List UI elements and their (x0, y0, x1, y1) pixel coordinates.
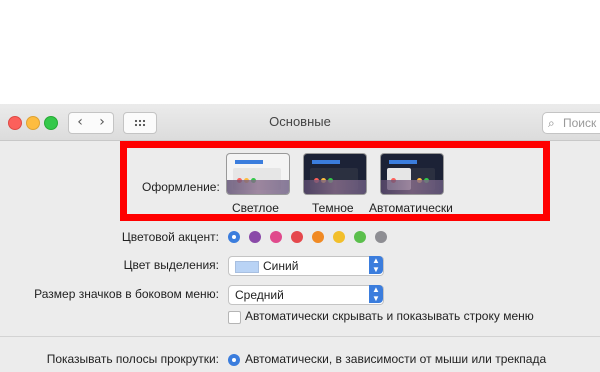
theme-light[interactable] (227, 154, 289, 194)
search-icon: ⌕ (548, 116, 555, 130)
window-title: Основные (269, 114, 331, 129)
sidebar-icon-size-label: Размер значков в боковом меню: (34, 287, 219, 301)
scrollbars-auto-label: Автоматически, в зависимости от мыши или… (245, 352, 547, 366)
wallpaper-strip (227, 180, 289, 194)
theme-light-label: Светлое (232, 201, 279, 215)
scrollbars-label: Показывать полосы прокрутки: (46, 352, 219, 366)
wallpaper-strip (381, 180, 443, 194)
highlight-color-label: Цвет выделения: (123, 258, 219, 272)
theme-bar (235, 160, 263, 164)
accent-green[interactable] (354, 231, 366, 243)
highlight-swatch (235, 261, 259, 273)
accent-red[interactable] (291, 231, 303, 243)
chevron-updown-icon: ▲ ▼ (369, 285, 383, 303)
titlebar: ‹ › Основные ⌕ Поиск (0, 104, 600, 141)
highlight-color-value: Синий (263, 259, 299, 273)
chevron-updown-icon: ▲ ▼ (369, 256, 383, 274)
search-input[interactable]: ⌕ Поиск (542, 112, 600, 134)
accent-graphite[interactable] (375, 231, 387, 243)
sidebar-icon-size-value: Средний (235, 288, 284, 302)
auto-hide-menu-label: Автоматически скрывать и показывать стро… (245, 309, 534, 323)
theme-auto[interactable] (381, 154, 443, 194)
highlight-color-select[interactable]: Синий ▲ ▼ (228, 256, 384, 276)
theme-bar (389, 160, 417, 164)
accent-label: Цветовой акцент: (121, 230, 219, 244)
theme-dark-label: Темное (312, 201, 354, 215)
theme-dark[interactable] (304, 154, 366, 194)
accent-orange[interactable] (312, 231, 324, 243)
scrollbars-auto-radio[interactable] (228, 354, 240, 366)
appearance-label: Оформление: (142, 180, 220, 194)
accent-pink[interactable] (270, 231, 282, 243)
theme-bar (312, 160, 340, 164)
auto-hide-menu-checkbox[interactable] (228, 311, 241, 324)
sidebar-icon-size-select[interactable]: Средний ▲ ▼ (228, 285, 384, 305)
accent-purple[interactable] (249, 231, 261, 243)
accent-yellow[interactable] (333, 231, 345, 243)
wallpaper-strip (304, 180, 366, 194)
search-placeholder: Поиск (563, 116, 597, 130)
divider (0, 336, 600, 337)
accent-blue[interactable] (228, 231, 240, 243)
theme-auto-label: Автоматически (369, 201, 453, 215)
